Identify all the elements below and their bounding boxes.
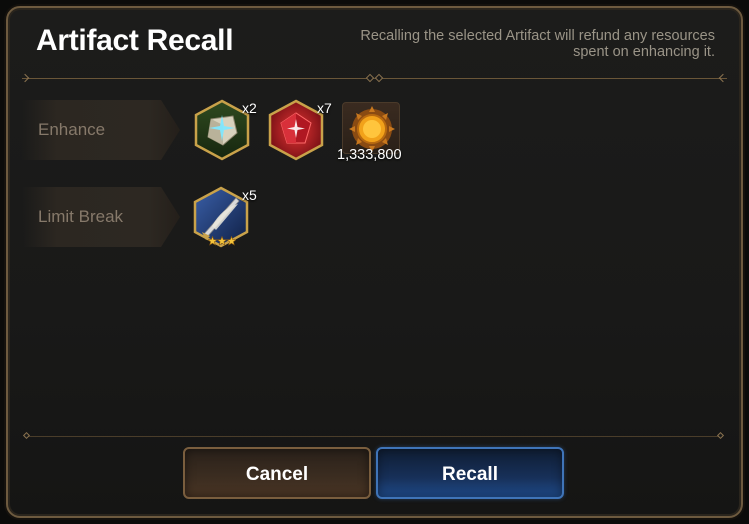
- bottom-divider: [26, 436, 723, 437]
- enhance-stone-quantity: x2: [242, 100, 257, 116]
- red-gem-quantity: x7: [317, 100, 332, 116]
- artifact-quantity: x5: [242, 187, 257, 203]
- gold-quantity: 1,333,800: [337, 147, 402, 163]
- row-label-limit-break: Limit Break: [22, 187, 180, 247]
- star-rating-icon: [208, 236, 236, 246]
- dialog-title: Artifact Recall: [36, 24, 234, 57]
- recall-button[interactable]: Recall: [376, 447, 564, 499]
- dialog-description: Recalling the selected Artifact will ref…: [360, 28, 715, 60]
- artifact-recall-dialog: [6, 6, 743, 518]
- row-label-enhance: Enhance: [22, 100, 180, 160]
- cancel-button[interactable]: Cancel: [183, 447, 371, 499]
